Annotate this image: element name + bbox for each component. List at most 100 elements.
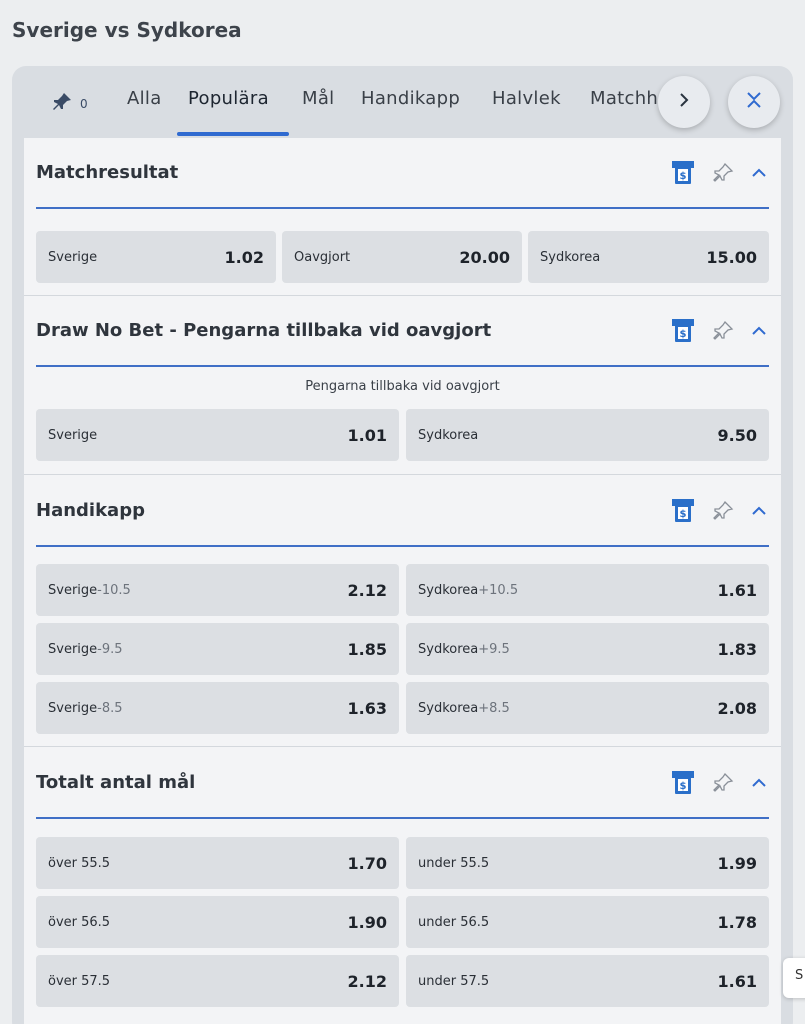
outcome-price: 1.83 bbox=[717, 639, 757, 659]
outcome-label: Sydkorea bbox=[418, 700, 479, 716]
outcome-label: över 57.5 bbox=[48, 973, 111, 989]
market-tabs: 0 Alla Populära Mål Handikapp Halvlek Ma… bbox=[12, 66, 793, 138]
pinned-count: 0 bbox=[80, 96, 88, 111]
outcome-button[interactable]: under 56.5 1.78 bbox=[406, 896, 769, 948]
outcome-label: under 55.5 bbox=[418, 855, 490, 871]
outcome-button[interactable]: över 57.5 2.12 bbox=[36, 955, 399, 1007]
chevron-right-icon bbox=[676, 92, 692, 112]
pin-market-icon[interactable] bbox=[711, 161, 735, 189]
market-actions: $ bbox=[671, 318, 767, 348]
chevron-up-icon[interactable] bbox=[751, 503, 767, 523]
markets-list: Matchresultat $ Sverige 1.02 Oavgjort 20 bbox=[24, 138, 781, 1024]
outcome-label: under 56.5 bbox=[418, 914, 490, 930]
section-divider bbox=[36, 545, 769, 547]
page-title: Sverige vs Sydkorea bbox=[12, 18, 242, 42]
tab-alla[interactable]: Alla bbox=[127, 88, 162, 109]
outcome-button[interactable]: Sydkorea 9.50 bbox=[406, 409, 769, 461]
outcome-button[interactable]: över 55.5 1.70 bbox=[36, 837, 399, 889]
outcome-price: 1.61 bbox=[717, 971, 757, 991]
svg-text:$: $ bbox=[680, 329, 687, 340]
svg-text:$: $ bbox=[680, 509, 687, 520]
outcome-price: 1.70 bbox=[347, 853, 387, 873]
tab-populara[interactable]: Populära bbox=[188, 88, 269, 109]
outcome-price: 1.90 bbox=[347, 912, 387, 932]
outcome-label: Sydkorea bbox=[418, 582, 479, 598]
scroll-tabs-right-button[interactable] bbox=[658, 76, 710, 128]
outcome-price: 2.12 bbox=[347, 580, 387, 600]
market-actions: $ bbox=[671, 160, 767, 190]
side-drawer-tab[interactable]: S bbox=[783, 958, 805, 998]
outcome-price: 20.00 bbox=[459, 247, 510, 267]
outcome-label: över 56.5 bbox=[48, 914, 111, 930]
outcome-button[interactable]: under 57.5 1.61 bbox=[406, 955, 769, 1007]
outcome-label: Sydkorea bbox=[540, 249, 601, 265]
market-totalt-antal-mal: Totalt antal mål $ över 55.5 1.70 under … bbox=[24, 748, 781, 1024]
pin-market-icon[interactable] bbox=[711, 771, 735, 799]
section-separator bbox=[24, 474, 781, 475]
outcome-label: Sverige bbox=[48, 582, 98, 598]
tab-matchh[interactable]: Matchh bbox=[590, 88, 658, 109]
outcome-label: Sverige bbox=[48, 641, 98, 657]
outcome-button[interactable]: Sydkorea+9.5 1.83 bbox=[406, 623, 769, 675]
market-title[interactable]: Handikapp bbox=[36, 500, 145, 521]
market-handikapp: Handikapp $ Sverige-10.5 2.12 Sydkorea+1… bbox=[24, 476, 781, 748]
outcome-button[interactable]: över 56.5 1.90 bbox=[36, 896, 399, 948]
pin-market-icon[interactable] bbox=[711, 319, 735, 347]
chevron-up-icon[interactable] bbox=[751, 323, 767, 343]
outcome-price: 2.08 bbox=[717, 698, 757, 718]
tab-mal[interactable]: Mål bbox=[302, 88, 334, 109]
outcome-button[interactable]: Sydkorea+10.5 1.61 bbox=[406, 564, 769, 616]
market-actions: $ bbox=[671, 770, 767, 800]
outcome-price: 1.99 bbox=[717, 853, 757, 873]
outcome-label: Sydkorea bbox=[418, 641, 479, 657]
outcome-line: +8.5 bbox=[478, 700, 510, 716]
outcome-line: -10.5 bbox=[97, 582, 131, 598]
bet-builder-icon[interactable]: $ bbox=[671, 318, 695, 348]
outcome-line: +10.5 bbox=[478, 582, 519, 598]
outcome-price: 9.50 bbox=[717, 425, 757, 445]
outcome-price: 1.78 bbox=[717, 912, 757, 932]
market-title[interactable]: Draw No Bet - Pengarna tillbaka vid oavg… bbox=[36, 320, 491, 341]
pin-icon bbox=[50, 90, 74, 117]
collapse-icon bbox=[744, 90, 764, 114]
market-subtitle: Pengarna tillbaka vid oavgjort bbox=[305, 379, 500, 394]
market-draw-no-bet: Draw No Bet - Pengarna tillbaka vid oavg… bbox=[24, 296, 781, 476]
bet-builder-icon[interactable]: $ bbox=[671, 498, 695, 528]
outcome-price: 15.00 bbox=[706, 247, 757, 267]
outcome-label: under 57.5 bbox=[418, 973, 490, 989]
active-tab-indicator bbox=[177, 132, 289, 136]
outcome-price: 1.63 bbox=[347, 698, 387, 718]
outcome-button[interactable]: Sverige-8.5 1.63 bbox=[36, 682, 399, 734]
collapse-all-button[interactable] bbox=[728, 76, 780, 128]
bet-builder-icon[interactable]: $ bbox=[671, 770, 695, 800]
outcome-button[interactable]: Sverige-9.5 1.85 bbox=[36, 623, 399, 675]
outcome-price: 1.02 bbox=[224, 247, 264, 267]
tab-handikapp[interactable]: Handikapp bbox=[361, 88, 460, 109]
pinned-markets-tab[interactable]: 0 bbox=[50, 90, 88, 117]
bet-builder-icon[interactable]: $ bbox=[671, 160, 695, 190]
outcome-button[interactable]: Sverige 1.02 bbox=[36, 231, 276, 283]
markets-panel: 0 Alla Populära Mål Handikapp Halvlek Ma… bbox=[12, 66, 793, 1024]
outcome-button[interactable]: under 55.5 1.99 bbox=[406, 837, 769, 889]
pin-market-icon[interactable] bbox=[711, 499, 735, 527]
outcome-price: 1.01 bbox=[347, 425, 387, 445]
outcome-line: -9.5 bbox=[97, 641, 123, 657]
outcome-button[interactable]: Sverige 1.01 bbox=[36, 409, 399, 461]
outcome-line: -8.5 bbox=[97, 700, 123, 716]
outcome-line: +9.5 bbox=[478, 641, 510, 657]
market-matchresultat: Matchresultat $ Sverige 1.02 Oavgjort 20 bbox=[24, 138, 781, 296]
svg-text:$: $ bbox=[680, 781, 687, 792]
market-title[interactable]: Totalt antal mål bbox=[36, 772, 195, 793]
outcome-button[interactable]: Sydkorea 15.00 bbox=[528, 231, 769, 283]
tab-halvlek[interactable]: Halvlek bbox=[492, 88, 561, 109]
chevron-up-icon[interactable] bbox=[751, 775, 767, 795]
outcome-button[interactable]: Sverige-10.5 2.12 bbox=[36, 564, 399, 616]
outcome-button[interactable]: Sydkorea+8.5 2.08 bbox=[406, 682, 769, 734]
svg-text:$: $ bbox=[680, 171, 687, 182]
outcome-button[interactable]: Oavgjort 20.00 bbox=[282, 231, 522, 283]
outcome-label: över 55.5 bbox=[48, 855, 111, 871]
outcome-label: Sverige bbox=[48, 249, 98, 265]
market-title[interactable]: Matchresultat bbox=[36, 162, 178, 183]
chevron-up-icon[interactable] bbox=[751, 165, 767, 185]
section-divider bbox=[36, 207, 769, 209]
